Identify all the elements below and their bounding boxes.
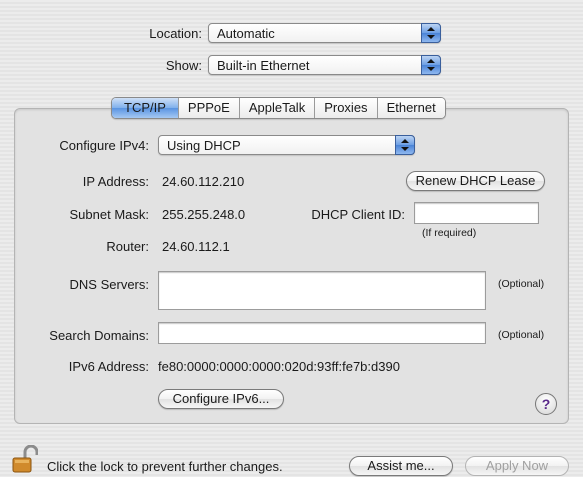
show-popup[interactable]: Built-in Ethernet bbox=[208, 55, 441, 75]
location-value: Automatic bbox=[217, 26, 275, 41]
router-label: Router: bbox=[106, 239, 149, 254]
location-popup[interactable]: Automatic bbox=[208, 23, 441, 43]
dhcp-client-id-hint: (If required) bbox=[422, 227, 477, 239]
apply-now-button[interactable]: Apply Now bbox=[465, 456, 569, 476]
ip-address-value: 24.60.112.210 bbox=[162, 174, 245, 189]
dhcp-client-id-field[interactable] bbox=[414, 202, 539, 224]
configure-ipv4-value: Using DHCP bbox=[167, 138, 241, 153]
popup-arrows-icon bbox=[421, 23, 441, 43]
ip-address-label: IP Address: bbox=[82, 174, 149, 189]
dns-servers-field[interactable] bbox=[158, 271, 486, 310]
ipv6-address-label: IPv6 Address: bbox=[68, 359, 149, 374]
tcpip-panel bbox=[14, 108, 569, 424]
search-domains-field[interactable] bbox=[158, 322, 486, 344]
assist-me-button[interactable]: Assist me... bbox=[349, 456, 453, 476]
tab-bar: TCP/IP PPPoE AppleTalk Proxies Ethernet bbox=[111, 97, 446, 119]
show-label: Show: bbox=[165, 58, 202, 73]
tab-ethernet[interactable]: Ethernet bbox=[376, 98, 445, 118]
dns-servers-hint: (Optional) bbox=[498, 278, 545, 290]
configure-ipv4-label: Configure IPv4: bbox=[59, 138, 149, 153]
show-value: Built-in Ethernet bbox=[217, 58, 310, 73]
dhcp-client-id-label: DHCP Client ID: bbox=[311, 207, 405, 222]
subnet-mask-value: 255.255.248.0 bbox=[162, 207, 246, 222]
tab-appletalk[interactable]: AppleTalk bbox=[238, 98, 315, 118]
tab-pppoe[interactable]: PPPoE bbox=[177, 98, 239, 118]
lock-icon[interactable] bbox=[12, 444, 39, 473]
location-label: Location: bbox=[149, 26, 202, 41]
subnet-mask-label: Subnet Mask: bbox=[69, 207, 150, 222]
popup-arrows-icon bbox=[395, 135, 415, 155]
renew-dhcp-lease-button[interactable]: Renew DHCP Lease bbox=[406, 171, 545, 191]
search-domains-hint: (Optional) bbox=[498, 329, 545, 341]
configure-ipv6-button[interactable]: Configure IPv6... bbox=[158, 389, 284, 409]
lock-message: Click the lock to prevent further change… bbox=[47, 459, 283, 474]
help-icon[interactable]: ? bbox=[535, 393, 557, 415]
dns-servers-label: DNS Servers: bbox=[69, 277, 149, 292]
search-domains-label: Search Domains: bbox=[49, 328, 149, 343]
tab-tcpip[interactable]: TCP/IP bbox=[112, 98, 178, 118]
router-value: 24.60.112.1 bbox=[162, 239, 230, 254]
ipv6-address-value: fe80:0000:0000:0000:020d:93ff:fe7b:d390 bbox=[158, 359, 400, 374]
popup-arrows-icon bbox=[421, 55, 441, 75]
configure-ipv4-popup[interactable]: Using DHCP bbox=[158, 135, 415, 155]
tab-proxies[interactable]: Proxies bbox=[314, 98, 377, 118]
